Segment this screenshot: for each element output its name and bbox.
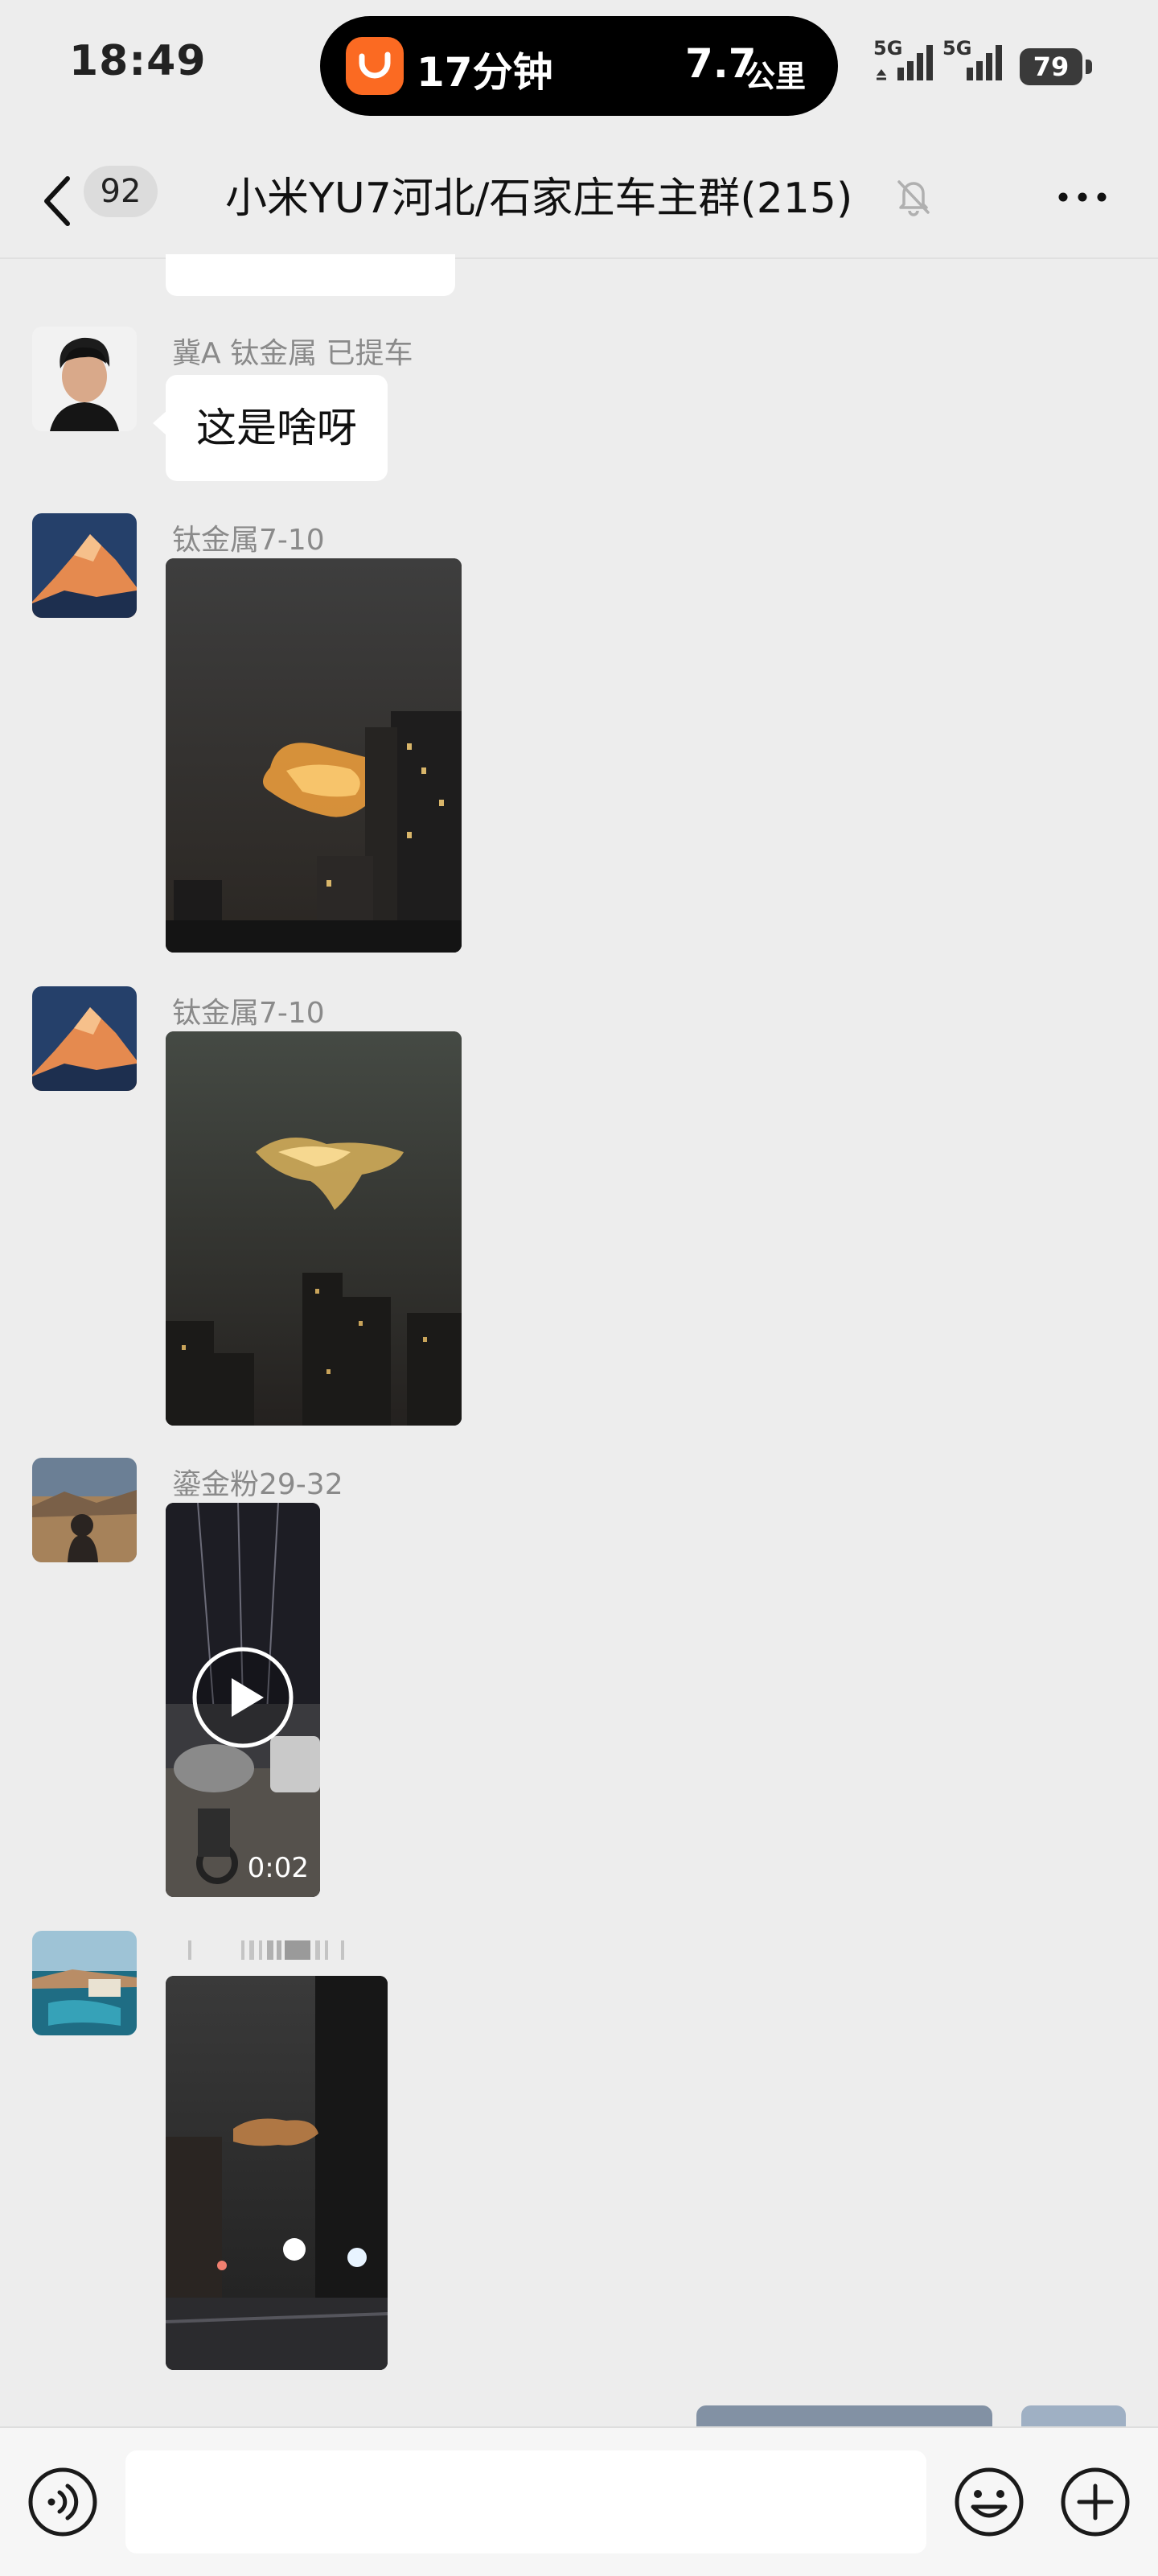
- image-message[interactable]: [166, 1031, 462, 1426]
- avatar[interactable]: [32, 1458, 137, 1562]
- obscured-sender-name: [188, 1937, 349, 1963]
- unread-count-badge[interactable]: 92: [84, 166, 158, 217]
- play-icon[interactable]: [191, 1646, 294, 1749]
- image-message[interactable]: [166, 558, 462, 953]
- sender-name: 冀A 钛金属 已提车: [172, 337, 413, 370]
- battery-tip: [1086, 60, 1092, 74]
- ride-eta: 17分钟: [417, 49, 553, 96]
- bell-off-icon: [897, 180, 930, 216]
- status-time: 18:49: [69, 37, 207, 85]
- page-title: 小米YU7河北/石家庄车主群(215): [225, 175, 853, 223]
- plus-icon[interactable]: [1060, 2467, 1131, 2537]
- chat-input-bar: [0, 2426, 1158, 2576]
- ride-distance-unit: 公里: [745, 59, 807, 94]
- status-bar: 18:49 17分钟 7.7 公里 5G 5G 79: [0, 0, 1158, 137]
- battery-level: 79: [1020, 48, 1082, 85]
- video-duration: 0:02: [247, 1852, 309, 1884]
- avatar[interactable]: [32, 1931, 137, 2035]
- chat-header: 92 小米YU7河北/石家庄车主群(215): [0, 137, 1158, 259]
- sender-name: 鎏金粉29-32: [172, 1468, 343, 1501]
- sender-name: 钛金属7-10: [172, 524, 325, 557]
- sender-name: 钛金属7-10: [172, 997, 325, 1030]
- didi-app-icon: [346, 37, 404, 95]
- chevron-left-icon[interactable]: [35, 169, 84, 233]
- text-message-bubble[interactable]: 这是啥呀: [153, 375, 388, 481]
- signal-2-icon: [967, 45, 1002, 80]
- outgoing-image-preview[interactable]: [696, 2405, 992, 2426]
- image-message[interactable]: [166, 1976, 388, 2370]
- dynamic-island-ride-status[interactable]: 17分钟 7.7 公里: [320, 16, 838, 116]
- signal-1-icon: [877, 45, 933, 80]
- self-avatar[interactable]: [1021, 2405, 1126, 2426]
- more-dots-icon[interactable]: [1057, 185, 1108, 209]
- avatar[interactable]: [32, 327, 137, 431]
- video-message[interactable]: 0:02: [166, 1503, 320, 1897]
- avatar[interactable]: [32, 986, 137, 1091]
- avatar[interactable]: [32, 513, 137, 618]
- voice-icon[interactable]: [27, 2467, 98, 2537]
- emoji-icon[interactable]: [954, 2467, 1025, 2537]
- previous-message-bubble[interactable]: [166, 254, 455, 296]
- message-input[interactable]: [125, 2450, 926, 2553]
